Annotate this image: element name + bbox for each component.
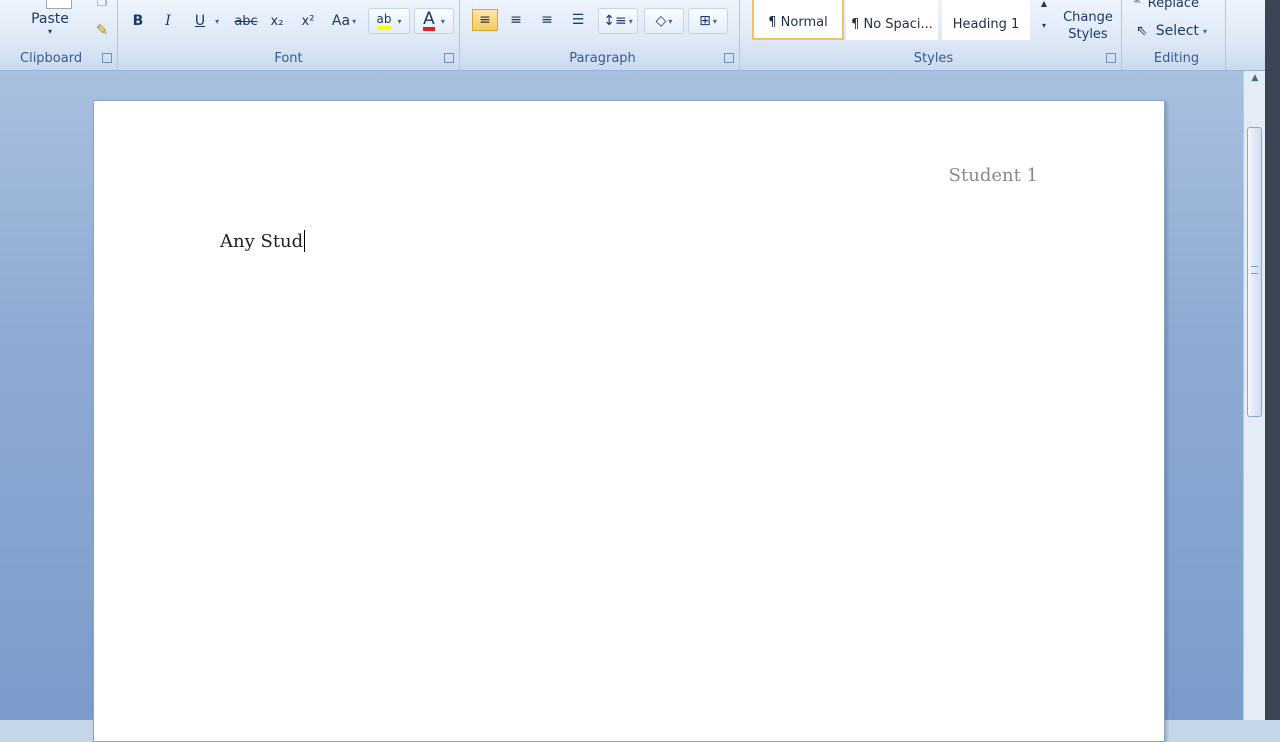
subscript-label: x₂: [270, 13, 284, 29]
highlight-label: ab: [376, 12, 392, 30]
font-group: B I U ▾ abc x₂ x² Aa ▾ ab ▾ A ▾ Font: [118, 0, 460, 70]
shading-icon: ◇: [655, 13, 667, 29]
superscript-label: x²: [301, 13, 315, 29]
borders-icon: ⊞: [699, 13, 711, 29]
line-spacing-icon: ↕≡: [603, 13, 627, 29]
bold-label: B: [132, 13, 144, 29]
styles-launcher-icon[interactable]: [1106, 53, 1116, 63]
window-edge: [1265, 0, 1280, 720]
bold-button[interactable]: B: [125, 10, 151, 32]
underline-dropdown-icon[interactable]: ▾: [215, 17, 219, 26]
italic-label: I: [165, 13, 171, 29]
highlight-dropdown-icon[interactable]: ▾: [397, 17, 401, 26]
line-spacing-dropdown-icon[interactable]: ▾: [629, 17, 633, 26]
styles-group-label: Styles: [913, 51, 954, 66]
styles-more-icon[interactable]: ▾: [1036, 18, 1052, 32]
page-header[interactable]: Student 1: [949, 165, 1038, 186]
select-label: Select: [1155, 23, 1199, 39]
clipboard-group: Paste ▾ ❐ ✎ Clipboard: [12, 0, 118, 70]
change-case-label: Aa: [331, 13, 351, 29]
paragraph-group: ≡ ≡ ≡ ☰ ↕≡ ▾ ◇ ▾ ⊞ ▾ Paragraph: [466, 0, 740, 70]
scroll-up-icon[interactable]: ▲: [1248, 73, 1262, 87]
shading-button[interactable]: ◇ ▾: [644, 8, 684, 34]
replace-icon: ᵃᶜ: [1134, 0, 1142, 9]
paragraph-launcher-icon[interactable]: [724, 53, 734, 63]
align-right-button[interactable]: ≡: [534, 9, 560, 31]
align-right-icon: ≡: [541, 12, 553, 28]
style-heading-1[interactable]: Heading 1: [942, 0, 1030, 40]
styles-group: ¶ Normal ¶ No Spaci... Heading 1 ▲ ▾ Cha…: [746, 0, 1122, 70]
change-styles-button[interactable]: Change Styles: [1058, 8, 1118, 44]
scroll-thumb[interactable]: [1247, 127, 1262, 417]
justify-icon: ☰: [571, 12, 585, 28]
ribbon: Paste ▾ ❐ ✎ Clipboard B I U ▾ abc x₂ x² A…: [0, 0, 1280, 90]
change-case-dropdown-icon[interactable]: ▾: [352, 17, 356, 26]
style-normal-label: ¶ Normal: [768, 15, 828, 30]
text-cursor: [304, 230, 306, 252]
document-area: Student 1 Any Stud: [0, 71, 1243, 742]
editing-group-label: Editing: [1153, 51, 1200, 66]
highlight-button[interactable]: ab ▾: [368, 8, 410, 34]
document-body[interactable]: Any Stud: [220, 230, 306, 252]
paste-dropdown-icon[interactable]: ▾: [40, 24, 60, 38]
underline-button[interactable]: U ▾: [185, 10, 229, 32]
font-launcher-icon[interactable]: [444, 53, 454, 63]
font-color-dropdown-icon[interactable]: ▾: [441, 17, 445, 26]
strikethrough-label: abc: [234, 13, 258, 29]
strikethrough-button[interactable]: abc: [231, 10, 261, 32]
select-dropdown-icon[interactable]: ▾: [1203, 27, 1207, 36]
align-center-icon: ≡: [510, 12, 522, 28]
editing-group: ᵃᶜ Replace ⇖ Select ▾ Editing: [1128, 0, 1226, 70]
align-left-icon: ≡: [479, 12, 491, 28]
underline-label: U: [194, 13, 206, 29]
style-normal[interactable]: ¶ Normal: [752, 0, 844, 40]
replace-button[interactable]: ᵃᶜ Replace: [1134, 0, 1224, 12]
font-color-button[interactable]: A ▾: [414, 8, 454, 34]
styles-scroll-up-icon[interactable]: ▲: [1036, 0, 1052, 10]
italic-button[interactable]: I: [155, 10, 181, 32]
select-button[interactable]: ⇖ Select ▾: [1136, 20, 1224, 42]
cursor-icon: ⇖: [1136, 23, 1148, 39]
font-color-label: A: [423, 9, 435, 31]
style-no-spacing-label: ¶ No Spaci...: [851, 17, 933, 32]
change-case-button[interactable]: Aa ▾: [326, 10, 362, 32]
font-group-label: Font: [274, 51, 303, 66]
change-styles-label: Change Styles: [1063, 10, 1113, 42]
style-heading-1-label: Heading 1: [952, 17, 1020, 32]
align-left-button[interactable]: ≡: [472, 9, 498, 31]
shading-dropdown-icon[interactable]: ▾: [668, 17, 672, 26]
scroll-grip-icon: [1251, 266, 1258, 274]
clipboard-launcher-icon[interactable]: [102, 53, 112, 63]
vertical-scrollbar[interactable]: ▲: [1243, 71, 1266, 720]
format-painter-icon[interactable]: ✎: [92, 20, 112, 40]
borders-dropdown-icon[interactable]: ▾: [713, 17, 717, 26]
borders-button[interactable]: ⊞ ▾: [688, 8, 728, 34]
document-page[interactable]: Student 1 Any Stud: [93, 100, 1165, 742]
subscript-button[interactable]: x₂: [264, 10, 290, 32]
superscript-button[interactable]: x²: [295, 10, 321, 32]
style-no-spacing[interactable]: ¶ No Spaci...: [846, 0, 938, 40]
justify-button[interactable]: ☰: [565, 9, 591, 31]
align-center-button[interactable]: ≡: [503, 9, 529, 31]
document-body-text: Any Stud: [220, 231, 304, 252]
copy-icon[interactable]: ❐: [92, 0, 112, 10]
line-spacing-button[interactable]: ↕≡ ▾: [598, 8, 638, 34]
replace-label: Replace: [1147, 0, 1200, 11]
paragraph-group-label: Paragraph: [569, 51, 636, 66]
